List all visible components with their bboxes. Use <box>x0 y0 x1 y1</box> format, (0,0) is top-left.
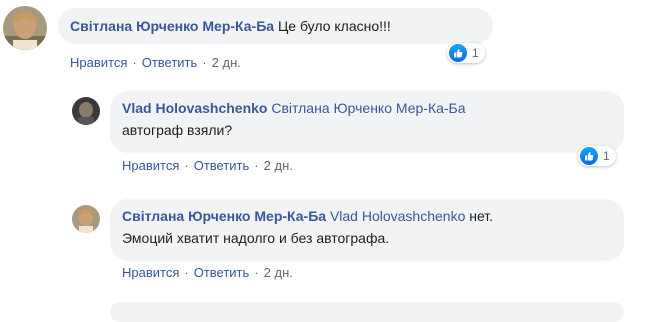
separator-dot: · <box>184 265 189 280</box>
avatar-photo-icon <box>72 205 100 233</box>
comment-text: Це було класно!!! <box>277 18 391 34</box>
comment-bubble: Світлана Юрченко Мер-Ка-Ба Це було класн… <box>58 8 493 44</box>
avatar[interactable] <box>72 97 100 125</box>
separator-dot: · <box>184 158 189 173</box>
like-link[interactable]: Нравится <box>70 55 127 70</box>
timestamp-link[interactable]: 2 дн. <box>264 158 293 173</box>
comment-bubble: Vlad Holovashchenko Світлана Юрченко Мер… <box>110 91 624 153</box>
avatar-photo-icon <box>3 6 47 50</box>
like-link[interactable]: Нравится <box>122 158 179 173</box>
reaction-summary[interactable]: 1 <box>578 146 616 166</box>
reply-link[interactable]: Ответить <box>142 55 198 70</box>
reaction-summary[interactable]: 1 <box>447 43 485 63</box>
timestamp-link[interactable]: 2 дн. <box>264 265 293 280</box>
reply-link[interactable]: Ответить <box>194 158 250 173</box>
separator-dot: · <box>254 265 259 280</box>
mention-link[interactable]: Світлана Юрченко Мер-Ка-Ба <box>271 100 465 116</box>
like-link[interactable]: Нравится <box>122 265 179 280</box>
reaction-count: 1 <box>603 149 610 163</box>
comment-bubble: Світлана Юрченко Мер-Ка-Ба Vlad Holovash… <box>110 199 624 261</box>
comment-actions: Нравится · Ответить · 2 дн. <box>70 55 241 70</box>
comment-bubble-partial <box>110 302 624 322</box>
comment-text: Эмоций хватит надолго и без автографа. <box>122 230 390 246</box>
like-icon <box>449 44 467 62</box>
separator-dot: · <box>132 55 137 70</box>
comment-actions: Нравится · Ответить · 2 дн. <box>122 158 293 173</box>
like-icon <box>580 147 598 165</box>
reply-link[interactable]: Ответить <box>194 265 250 280</box>
separator-dot: · <box>202 55 207 70</box>
comment-text: автограф взяли? <box>122 122 233 138</box>
reaction-count: 1 <box>472 46 479 60</box>
comment-author-link[interactable]: Світлана Юрченко Мер-Ка-Ба <box>70 18 274 34</box>
timestamp-link[interactable]: 2 дн. <box>212 55 241 70</box>
avatar[interactable] <box>3 6 47 50</box>
comment-author-link[interactable]: Vlad Holovashchenko <box>122 100 267 116</box>
avatar-photo-icon <box>72 97 100 125</box>
avatar[interactable] <box>72 205 100 233</box>
comment-author-link[interactable]: Світлана Юрченко Мер-Ка-Ба <box>122 208 326 224</box>
mention-link[interactable]: Vlad Holovashchenko <box>330 208 465 224</box>
separator-dot: · <box>254 158 259 173</box>
comment-actions: Нравится · Ответить · 2 дн. <box>122 265 293 280</box>
comment-text: нет. <box>469 208 494 224</box>
